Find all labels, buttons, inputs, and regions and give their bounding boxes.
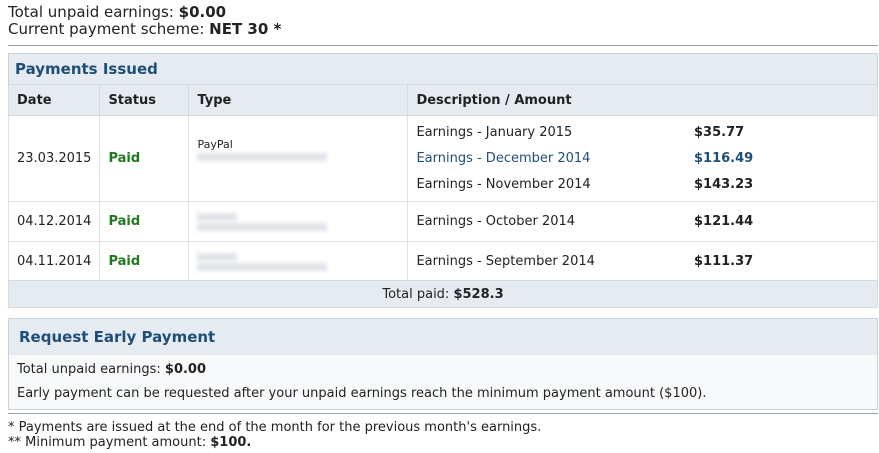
early-payment-panel: Request Early Payment Total unpaid earni… <box>8 318 878 410</box>
total-paid-row: Total paid: $528.3 <box>8 280 878 308</box>
column-header-status: Status <box>99 84 190 116</box>
footnotes: * Payments are issued at the end of the … <box>8 420 541 450</box>
item-description: Earnings - September 2014 <box>416 254 595 269</box>
unpaid-earnings-label: Total unpaid earnings: <box>8 3 174 21</box>
payment-status: Paid <box>99 115 190 202</box>
list-item: Earnings - September 2014 $111.37 <box>416 249 869 275</box>
table-header-row: Date Status Type Description / Amount <box>7 84 878 116</box>
payment-type: PayPal <box>188 115 409 202</box>
item-amount: $121.44 <box>694 214 754 229</box>
total-paid-value: $528.3 <box>453 286 504 302</box>
payment-scheme-label: Current payment scheme: <box>8 20 205 38</box>
footnote-minimum-amount: ** Minimum payment amount: $100. <box>8 435 541 450</box>
item-description-link[interactable]: Earnings - December 2014 <box>416 151 590 166</box>
divider <box>8 413 878 414</box>
total-paid-label: Total paid: <box>382 286 450 302</box>
list-item: Earnings - January 2015 $35.77 <box>416 120 869 146</box>
early-unpaid-value: $0.00 <box>164 361 207 377</box>
item-amount: $116.49 <box>694 151 754 166</box>
payment-date: 04.11.2014 <box>7 241 101 282</box>
item-amount: $35.77 <box>694 125 745 140</box>
redacted-type <box>197 252 238 261</box>
payment-status: Paid <box>99 241 190 282</box>
list-item: Earnings - November 2014 $143.23 <box>416 172 869 198</box>
redacted-email <box>197 262 328 271</box>
payment-scheme-line: Current payment scheme: NET 30 * <box>8 21 281 38</box>
list-item: Earnings - October 2014 $121.44 <box>416 209 869 235</box>
payments-table: Date Status Type Description / Amount 23… <box>7 84 878 282</box>
redacted-type <box>197 212 238 221</box>
column-header-type: Type <box>188 84 409 116</box>
item-description: Earnings - October 2014 <box>416 214 576 229</box>
payment-items: Earnings - January 2015 $35.77 Earnings … <box>407 115 878 202</box>
early-unpaid-label: Total unpaid earnings: <box>17 361 161 377</box>
footnote-minimum-label: ** Minimum payment amount: <box>8 435 207 450</box>
list-item[interactable]: Earnings - December 2014 $116.49 <box>416 146 869 172</box>
item-description: Earnings - November 2014 <box>416 177 591 192</box>
footnote-payment-timing: * Payments are issued at the end of the … <box>8 420 542 435</box>
redacted-email <box>197 222 328 231</box>
payment-items: Earnings - October 2014 $121.44 <box>407 201 878 242</box>
payment-items: Earnings - September 2014 $111.37 <box>407 241 878 282</box>
divider <box>8 45 878 46</box>
column-header-date: Date <box>7 84 101 116</box>
early-payment-header: Request Early Payment <box>9 319 877 355</box>
unpaid-earnings-line: Total unpaid earnings: $0.00 <box>8 4 281 21</box>
table-row: 23.03.2015 Paid PayPal Earnings - Januar… <box>7 115 878 202</box>
payment-status: Paid <box>99 201 190 242</box>
table-row: 04.11.2014 Paid Earnings - September 201… <box>7 241 878 282</box>
column-header-description: Description / Amount <box>407 84 878 116</box>
payment-date: 23.03.2015 <box>7 115 101 202</box>
payments-issued-header: Payments Issued <box>8 53 878 85</box>
item-description: Earnings - January 2015 <box>416 125 573 140</box>
payment-date: 04.12.2014 <box>7 201 101 242</box>
redacted-email <box>197 153 328 161</box>
item-amount: $111.37 <box>694 254 754 269</box>
early-unpaid-line: Total unpaid earnings: $0.00 <box>9 357 877 381</box>
payment-type <box>188 241 409 282</box>
payment-type <box>188 201 409 242</box>
early-payment-title: Request Early Payment <box>19 328 216 346</box>
payments-issued-title: Payments Issued <box>15 60 158 78</box>
early-payment-note: Early payment can be requested after you… <box>17 385 707 401</box>
payment-type-label: PayPal <box>197 138 233 151</box>
footnote-minimum-value: $100. <box>210 435 252 450</box>
table-row: 04.12.2014 Paid Earnings - October 2014 … <box>7 201 878 242</box>
unpaid-earnings-value: $0.00 <box>178 3 227 21</box>
account-summary: Total unpaid earnings: $0.00 Current pay… <box>8 4 281 38</box>
item-amount: $143.23 <box>694 177 754 192</box>
payment-scheme-value: NET 30 * <box>209 20 282 38</box>
